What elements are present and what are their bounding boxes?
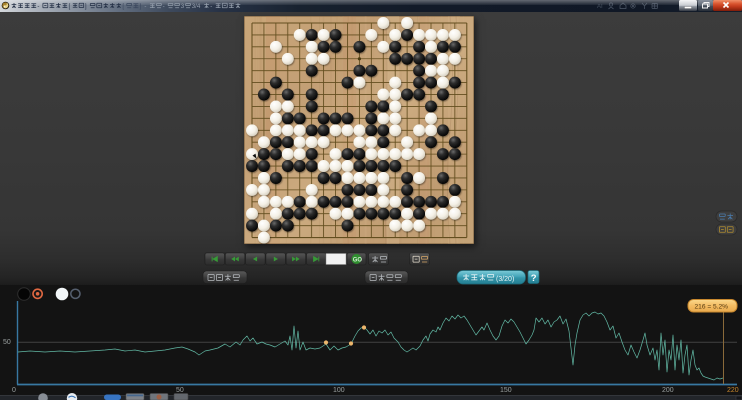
svg-text:50: 50 (176, 387, 184, 394)
svg-text:(3/20): (3/20) (496, 276, 514, 283)
svg-text:-: - (144, 3, 146, 10)
svg-text:]: ] (140, 3, 142, 10)
svg-text:150: 150 (500, 387, 512, 394)
svg-text:220: 220 (727, 387, 739, 394)
svg-text:200: 200 (662, 387, 674, 394)
svg-text:?: ? (531, 273, 537, 284)
svg-text:-: - (210, 3, 212, 10)
svg-text:[: [ (69, 3, 71, 10)
svg-text:-: - (37, 3, 39, 10)
svg-text:GO: GO (353, 257, 363, 263)
svg-text:]: ] (85, 3, 87, 10)
svg-text:AI: AI (597, 4, 603, 10)
svg-text:0: 0 (12, 387, 16, 394)
svg-text:[: [ (122, 3, 124, 10)
svg-text:-: - (163, 3, 165, 10)
svg-text:100: 100 (333, 387, 345, 394)
svg-text:50: 50 (3, 339, 11, 346)
svg-text:216 = 5.2%: 216 = 5.2% (695, 304, 729, 311)
svg-text:3: 3 (181, 3, 185, 10)
svg-text:3/4: 3/4 (192, 3, 201, 10)
